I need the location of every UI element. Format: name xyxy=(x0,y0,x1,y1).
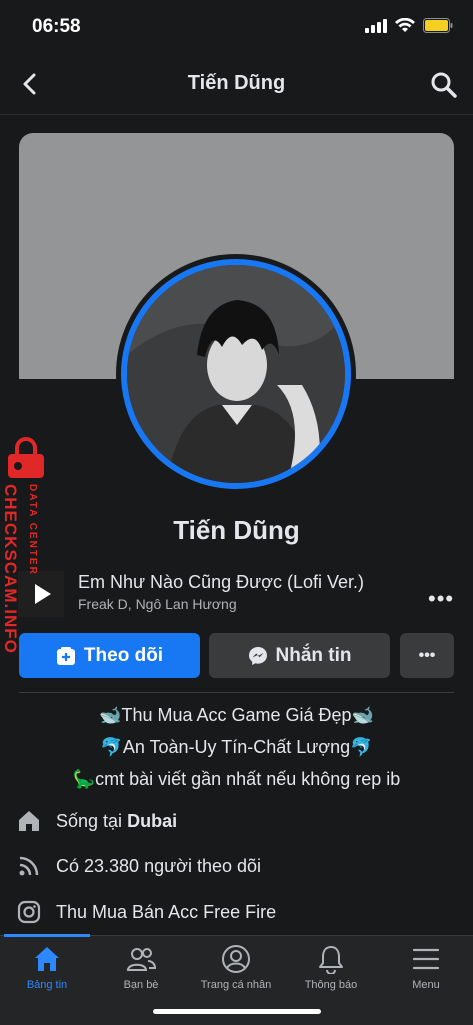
bell-icon xyxy=(315,943,347,975)
rss-icon xyxy=(16,853,42,879)
music-title[interactable]: Em Như Nào Cũng Được (Lofi Ver.) xyxy=(78,572,364,593)
more-actions-button[interactable]: ••• xyxy=(400,633,454,678)
home-indicator xyxy=(153,1009,321,1014)
tab-profile[interactable]: Trang cá nhân xyxy=(189,943,283,991)
info-instagram[interactable]: Thu Mua Bán Acc Free Fire xyxy=(16,899,276,925)
avatar-illustration xyxy=(127,265,345,483)
avatar[interactable] xyxy=(127,265,345,483)
page-title: Tiến Dũng xyxy=(187,72,286,94)
tab-label: Thông báo xyxy=(304,979,358,991)
bio-line: 🐬An Toàn-Uy Tín-Chất Lượng🐬 xyxy=(100,737,373,757)
signal-icon xyxy=(365,18,387,33)
info-followers[interactable]: Có 23.380 người theo dõi xyxy=(16,853,261,879)
tab-friends[interactable]: Bạn bè xyxy=(94,943,188,991)
profile-name: Tiến Dũng xyxy=(173,515,300,545)
info-lives-in: Sống tại Dubai xyxy=(16,808,177,834)
play-icon xyxy=(18,571,64,617)
message-label: Nhắn tin xyxy=(275,644,352,666)
profile-icon xyxy=(220,943,252,975)
follow-label: Theo dõi xyxy=(83,644,164,666)
home-icon xyxy=(31,943,63,975)
menu-icon xyxy=(410,943,442,975)
follow-button[interactable]: Theo dõi xyxy=(19,633,200,678)
tab-label: Bảng tin xyxy=(26,979,68,991)
status-time: 06:58 xyxy=(32,16,81,37)
friends-icon xyxy=(125,943,157,975)
ellipsis-icon: ••• xyxy=(418,646,436,664)
lock-icon xyxy=(8,437,44,478)
status-icons xyxy=(365,18,453,33)
search-icon[interactable] xyxy=(429,70,459,100)
bio-line: 🦕cmt bài viết gần nhất nếu không rep ib xyxy=(72,769,401,789)
battery-icon xyxy=(423,18,453,33)
messenger-icon xyxy=(248,646,267,665)
tab-feed[interactable]: Bảng tin xyxy=(0,943,94,991)
music-play-button[interactable] xyxy=(18,571,64,617)
wifi-icon xyxy=(395,18,415,32)
home-icon xyxy=(16,808,42,834)
more-icon[interactable]: ••• xyxy=(428,586,454,612)
tab-menu[interactable]: Menu xyxy=(379,943,473,991)
instagram-text: Thu Mua Bán Acc Free Fire xyxy=(56,901,277,922)
lives-prefix: Sống tại xyxy=(56,810,123,831)
followers-text: Có 23.380 người theo dõi xyxy=(56,855,261,876)
tab-notifications[interactable]: Thông báo xyxy=(284,943,378,991)
header-divider xyxy=(0,114,473,115)
watermark-brand: CHECKSCAM.INFO xyxy=(1,484,20,654)
watermark-sub: DATA CENTER xyxy=(27,484,38,576)
tab-label: Trang cá nhân xyxy=(200,979,272,991)
active-tab-indicator xyxy=(4,934,90,937)
section-divider xyxy=(19,692,454,693)
tab-label: Bạn bè xyxy=(123,979,159,991)
music-artist: Freak D, Ngô Lan Hương xyxy=(78,596,237,612)
lives-city[interactable]: Dubai xyxy=(127,811,177,831)
instagram-icon xyxy=(16,899,42,925)
tab-label: Menu xyxy=(412,979,440,991)
bio-line: 🐋Thu Mua Acc Game Giá Đẹp🐋 xyxy=(99,705,374,725)
add-follow-icon xyxy=(56,646,75,665)
message-button[interactable]: Nhắn tin xyxy=(209,633,390,678)
